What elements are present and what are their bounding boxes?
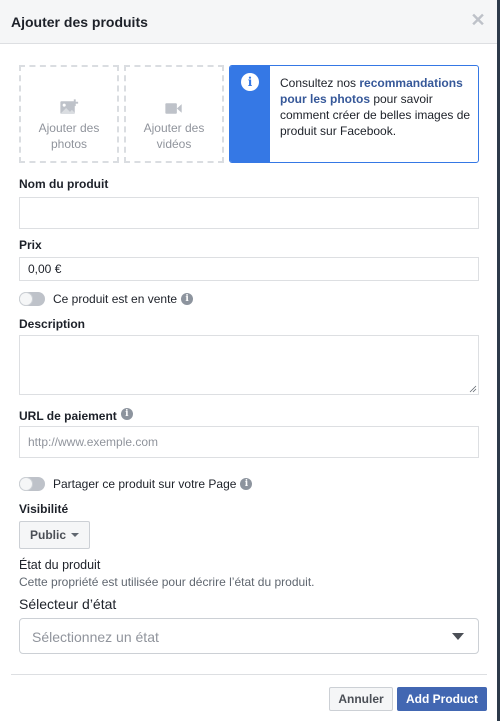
dialog-header: Ajouter des produits ✕: [0, 0, 497, 44]
info-icon[interactable]: i: [240, 478, 253, 490]
condition-select[interactable]: Sélectionnez un état: [19, 618, 479, 654]
toggle-knob: [19, 292, 33, 306]
visibility-label: Visibilité: [19, 502, 69, 516]
description-wrapper: [19, 335, 479, 395]
description-label: Description: [19, 317, 86, 331]
payment-url-label-row: URL de paiement i: [19, 408, 133, 423]
info-icon[interactable]: i: [120, 408, 133, 420]
add-videos-label: Ajouter des vidéos: [143, 121, 205, 151]
add-photo-icon: [60, 99, 79, 114]
product-name-label: Nom du produit: [19, 177, 109, 191]
visibility-value: Public: [29, 528, 66, 542]
product-name-input[interactable]: [19, 197, 479, 229]
chevron-down-icon: [71, 533, 79, 537]
share-row: Partager ce produit sur votre Page i: [19, 476, 253, 492]
add-products-dialog: Ajouter des produits ✕ Ajouter des photo…: [0, 0, 497, 721]
on-sale-toggle[interactable]: [19, 292, 45, 306]
condition-selector-label: Sélecteur d’état: [19, 596, 117, 612]
visibility-dropdown[interactable]: Public: [19, 521, 90, 549]
add-product-button[interactable]: Add Product: [397, 687, 487, 711]
cancel-button[interactable]: Annuler: [329, 687, 393, 711]
condition-placeholder: Sélectionnez un état: [32, 629, 159, 645]
add-photos-label: Ajouter des photos: [38, 121, 100, 151]
share-label: Partager ce produit sur votre Page: [53, 477, 237, 491]
add-videos-button[interactable]: Ajouter des vidéos: [124, 65, 224, 163]
payment-url-input[interactable]: [19, 426, 479, 458]
footer-divider: [11, 674, 487, 675]
description-textarea[interactable]: [19, 335, 479, 395]
info-icon[interactable]: i: [181, 293, 194, 305]
condition-help-text: Cette propriété est utilisée pour décrir…: [19, 575, 315, 589]
payment-url-label: URL de paiement: [19, 409, 117, 423]
share-toggle[interactable]: [19, 477, 45, 491]
video-camera-icon: [165, 103, 182, 114]
price-input[interactable]: [19, 257, 479, 281]
media-row: Ajouter des photos Ajouter des vidéos i …: [19, 65, 479, 163]
toggle-knob: [19, 477, 33, 491]
photo-tips-card: i Consultez nos recommandations pour les…: [229, 65, 479, 163]
resize-grip-icon[interactable]: [469, 385, 477, 393]
info-text-before: Consultez nos: [280, 76, 360, 90]
on-sale-label: Ce produit est en vente: [53, 292, 178, 306]
condition-title: État du produit: [19, 558, 101, 572]
caret-down-icon: [452, 633, 464, 640]
info-icon: i: [241, 73, 259, 91]
on-sale-row: Ce produit est en vente i: [19, 291, 194, 307]
dialog-title: Ajouter des produits: [11, 14, 148, 30]
price-label: Prix: [19, 238, 42, 252]
close-icon[interactable]: ✕: [470, 11, 486, 29]
add-photos-button[interactable]: Ajouter des photos: [19, 65, 119, 163]
info-card-text: Consultez nos recommandations pour les p…: [280, 75, 476, 139]
